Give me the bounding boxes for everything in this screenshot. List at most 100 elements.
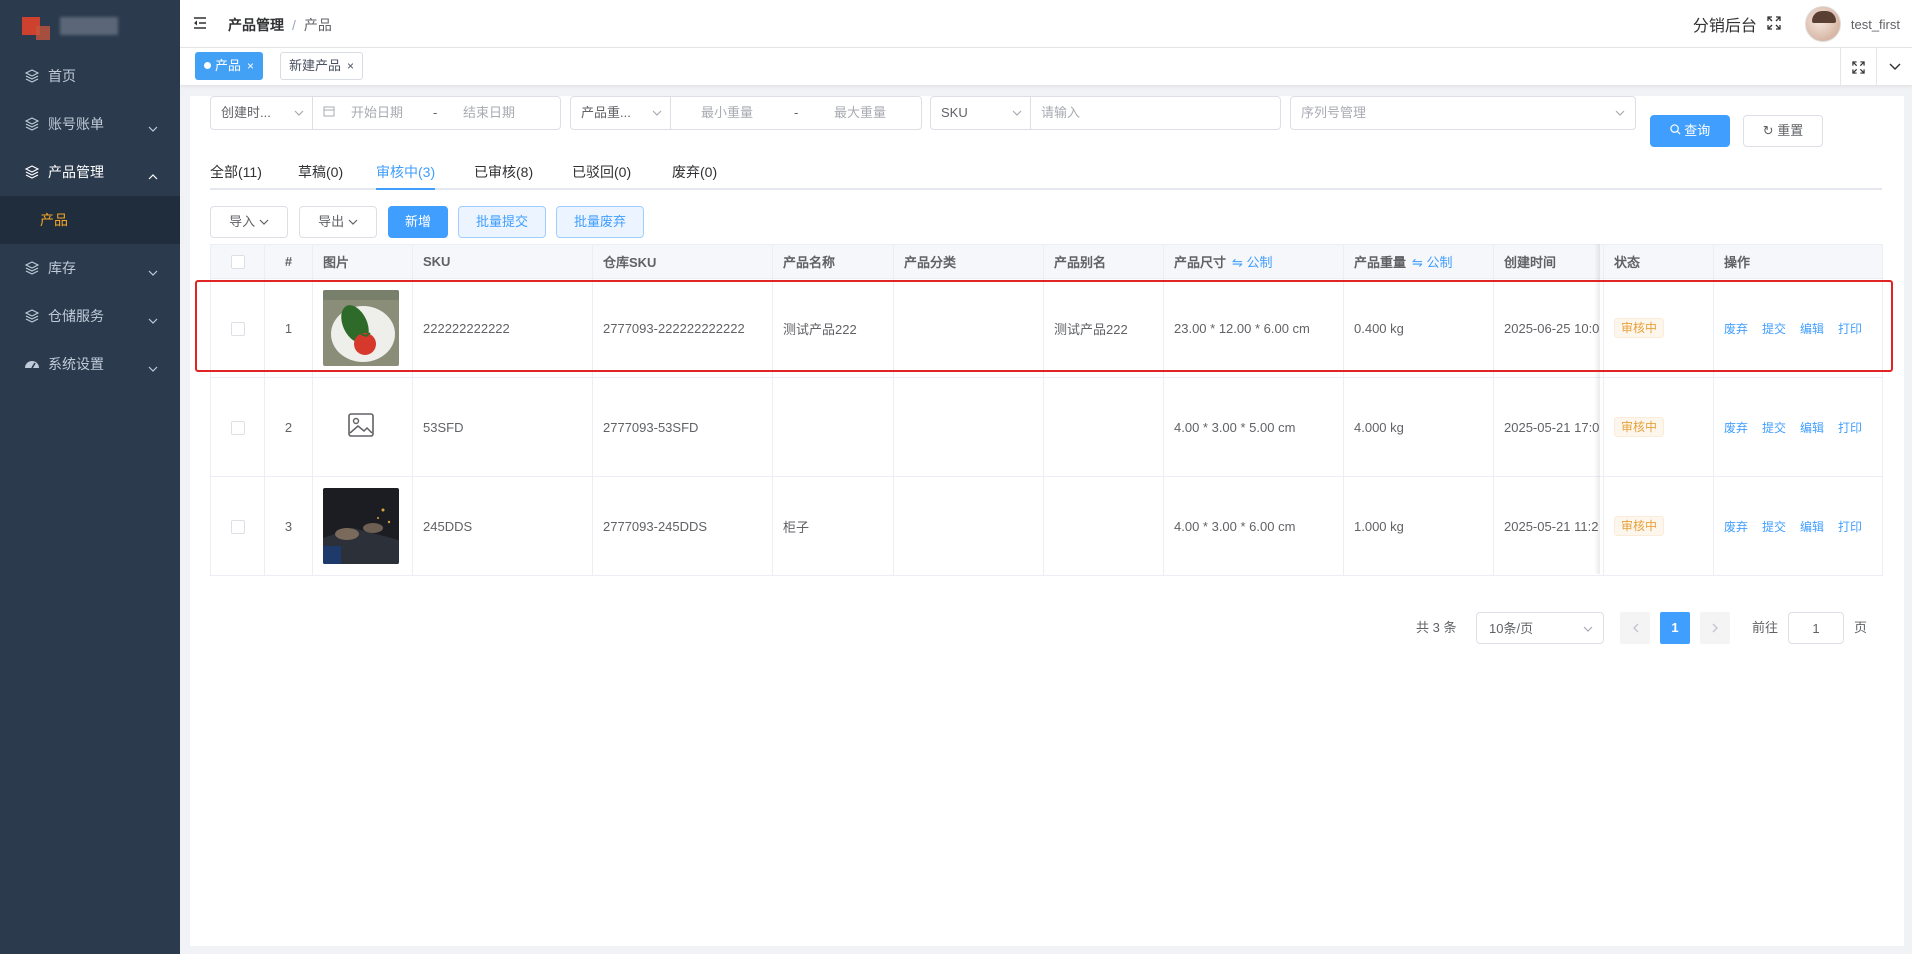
status-badge: 审核中 [1614, 318, 1665, 338]
tag-new-product[interactable]: 新建产品 × [280, 52, 364, 80]
discard-link[interactable]: 废弃 [1724, 520, 1748, 534]
chevron-down-icon[interactable] [1876, 48, 1912, 86]
print-link[interactable]: 打印 [1838, 520, 1862, 534]
reset-button[interactable]: ↻ 重置 [1743, 115, 1823, 147]
breadcrumb-item: 产品 [303, 17, 332, 33]
product-image[interactable] [312, 278, 413, 378]
chevron-down-icon [652, 97, 662, 129]
product-image[interactable] [312, 377, 413, 477]
tag-label: 新建产品 [289, 58, 342, 73]
next-page-button[interactable] [1700, 612, 1730, 644]
column-header: 仓库SKU [592, 244, 773, 279]
close-icon[interactable]: × [247, 59, 254, 73]
layers-icon [24, 116, 40, 132]
submit-link[interactable]: 提交 [1762, 421, 1786, 435]
alias-cell [1043, 476, 1164, 576]
chevron-down-icon [1615, 97, 1625, 129]
submit-link[interactable]: 提交 [1762, 322, 1786, 336]
add-button[interactable]: 新增 [388, 206, 448, 238]
sidebar-item-product-management[interactable]: 产品管理 [0, 148, 180, 196]
goto-page-input[interactable]: 1 [1788, 612, 1844, 644]
column-header: 状态 [1603, 244, 1714, 279]
sidebar-item-label: 产品管理 [48, 164, 104, 180]
fullscreen-icon[interactable] [1767, 15, 1781, 33]
product-image[interactable] [312, 476, 413, 576]
print-link[interactable]: 打印 [1838, 421, 1862, 435]
max-weight-input[interactable]: 最大重量 [834, 97, 886, 129]
print-link[interactable]: 打印 [1838, 322, 1862, 336]
avatar[interactable] [1804, 6, 1841, 42]
row-checkbox[interactable] [210, 278, 265, 378]
sidebar-item-account-billing[interactable]: 账号账单 [0, 100, 180, 148]
tab-rejected[interactable]: 已驳回(0) [572, 162, 631, 190]
prev-page-button[interactable] [1620, 612, 1650, 644]
chevron-down-icon [1583, 613, 1593, 645]
unit-toggle[interactable]: ⇋ 公制 [1412, 255, 1453, 270]
import-button[interactable]: 导入 [210, 206, 288, 238]
column-header: # [264, 244, 313, 279]
batch-submit-button[interactable]: 批量提交 [458, 206, 546, 238]
category-cell [893, 377, 1044, 477]
sidebar-item-label: 首页 [48, 68, 76, 84]
reset-label: 重置 [1777, 123, 1804, 138]
start-date-input[interactable]: 开始日期 [351, 97, 403, 129]
sku-type-select[interactable]: SKU [931, 97, 1031, 129]
dashboard-icon [24, 356, 40, 372]
breadcrumb-item[interactable]: 产品管理 [228, 17, 284, 33]
size-cell: 4.00 * 3.00 * 5.00 cm [1163, 377, 1344, 477]
username[interactable]: test_first [1851, 17, 1900, 32]
date-type-select[interactable]: 创建时... [211, 97, 313, 129]
page-number-current[interactable]: 1 [1660, 612, 1690, 644]
column-header: SKU [412, 244, 593, 279]
menu-fold-icon[interactable] [192, 15, 208, 34]
sidebar-item-product[interactable]: 产品 [0, 196, 180, 244]
category-cell [893, 278, 1044, 378]
chevron-down-icon [1012, 97, 1022, 129]
fullscreen-icon[interactable] [1840, 48, 1876, 86]
tab-all[interactable]: 全部(11) [210, 162, 262, 190]
discard-link[interactable]: 废弃 [1724, 322, 1748, 336]
product-table: # 图片 SKU 仓库SKU 产品名称 产品分类 产品别名 产品尺寸 ⇋ 公制 产… [210, 244, 1883, 576]
edit-link[interactable]: 编辑 [1800, 322, 1824, 336]
sku-input[interactable]: 请输入 [1041, 97, 1080, 129]
min-weight-input[interactable]: 最小重量 [701, 97, 753, 129]
serial-select[interactable]: 序列号管理 [1290, 96, 1636, 130]
sku-type-value: SKU [941, 105, 968, 120]
row-checkbox[interactable] [210, 476, 265, 576]
submit-link[interactable]: 提交 [1762, 520, 1786, 534]
close-icon[interactable]: × [347, 59, 354, 73]
import-label: 导入 [229, 214, 256, 229]
calendar-icon [323, 97, 335, 129]
tab-discarded[interactable]: 废弃(0) [672, 162, 717, 190]
tab-draft[interactable]: 草稿(0) [298, 162, 343, 190]
date-type-value: 创建时... [221, 105, 271, 120]
row-checkbox[interactable] [210, 377, 265, 477]
discard-link[interactable]: 废弃 [1724, 421, 1748, 435]
tab-approved[interactable]: 已审核(8) [474, 162, 533, 190]
unit-toggle[interactable]: ⇋ 公制 [1232, 255, 1273, 270]
weight-separator: - [794, 105, 799, 120]
edit-link[interactable]: 编辑 [1800, 421, 1824, 435]
edit-link[interactable]: 编辑 [1800, 520, 1824, 534]
actions-cell: 废弃 提交 编辑 打印 [1713, 476, 1883, 576]
system-label[interactable]: 分销后台 [1693, 12, 1757, 36]
sidebar-item-warehouse-service[interactable]: 仓储服务 [0, 292, 180, 340]
sku-cell: 222222222222 [412, 278, 593, 378]
sidebar-item-system-settings[interactable]: 系统设置 [0, 340, 180, 388]
end-date-input[interactable]: 结束日期 [463, 97, 515, 129]
export-button[interactable]: 导出 [299, 206, 377, 238]
alias-cell [1043, 377, 1164, 477]
tag-product[interactable]: 产品 × [195, 52, 264, 80]
select-all-checkbox[interactable] [210, 244, 265, 279]
weight-type-select[interactable]: 产品重... [571, 97, 671, 129]
tab-reviewing[interactable]: 审核中(3) [376, 162, 436, 190]
layers-icon [24, 260, 40, 276]
layers-icon [24, 308, 40, 324]
query-button[interactable]: 查询 [1650, 115, 1730, 147]
sidebar-item-inventory[interactable]: 库存 [0, 244, 180, 292]
sidebar-item-home[interactable]: 首页 [0, 52, 180, 100]
actions-cell: 废弃 提交 编辑 打印 [1713, 278, 1883, 378]
page-size-select[interactable]: 10条/页 [1476, 612, 1604, 644]
batch-discard-button[interactable]: 批量废弃 [556, 206, 644, 238]
chevron-down-icon [148, 120, 158, 136]
